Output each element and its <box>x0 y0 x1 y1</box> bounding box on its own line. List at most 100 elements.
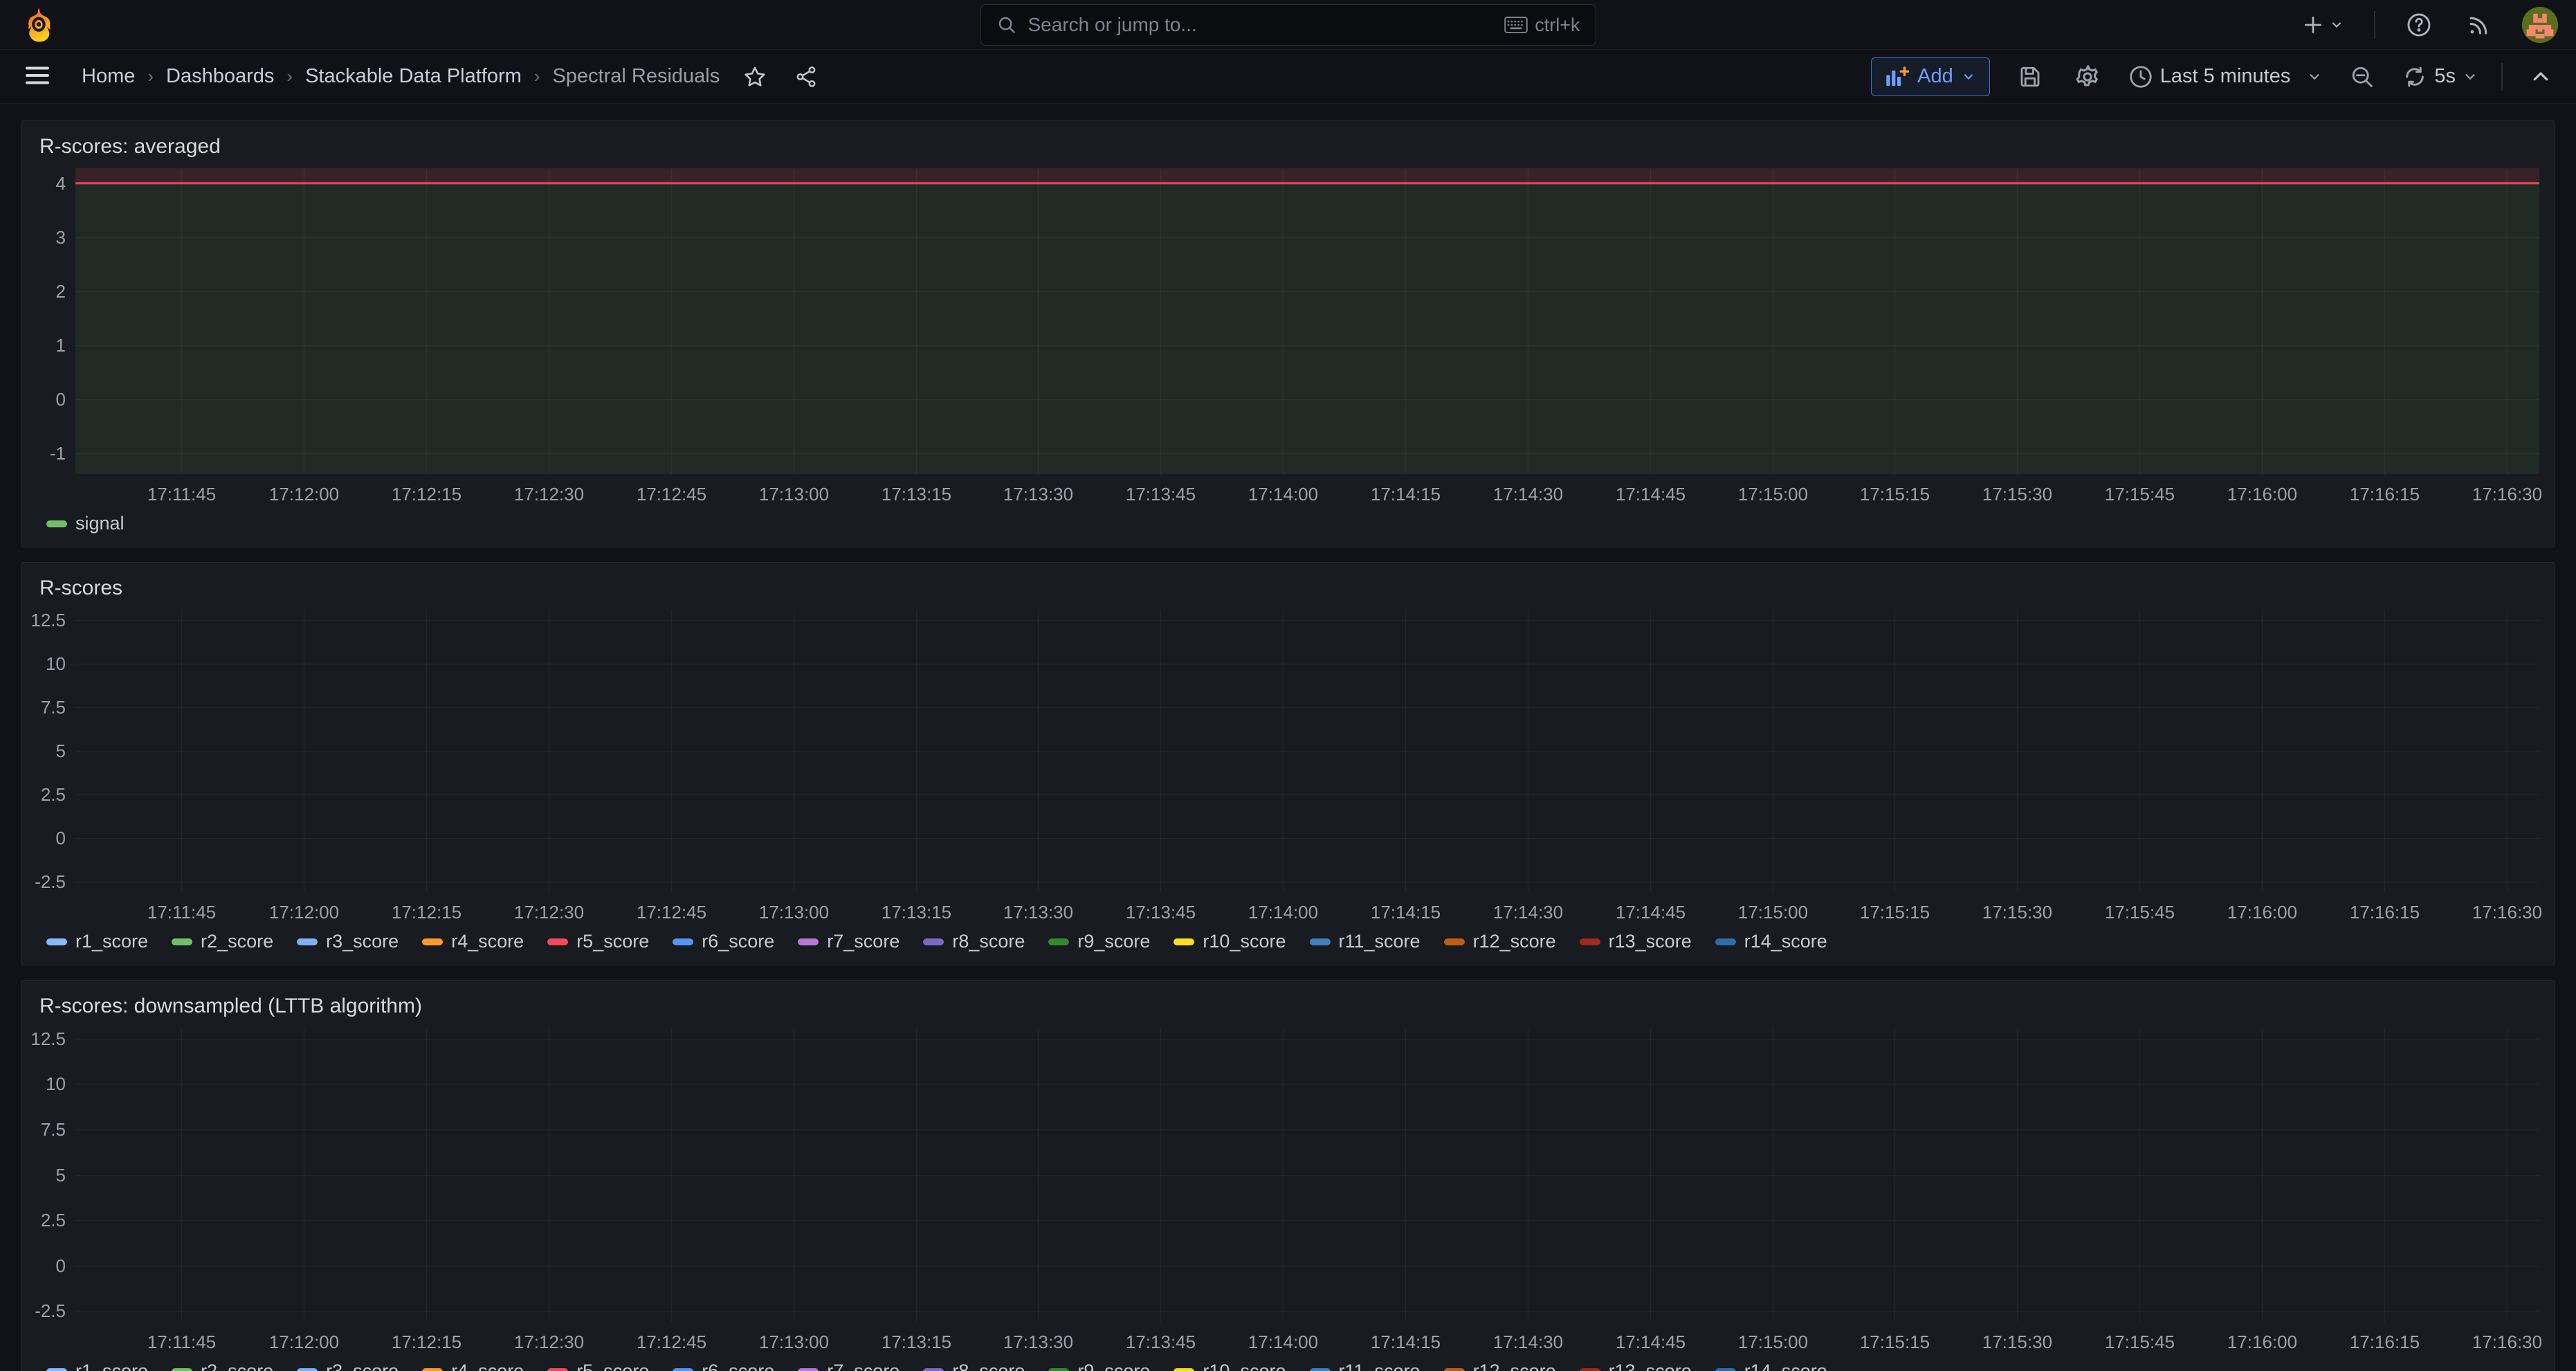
user-avatar[interactable] <box>2522 7 2558 43</box>
x-axis-tick: 17:11:45 <box>147 902 216 923</box>
x-axis-tick: 17:15:00 <box>1738 1332 1808 1353</box>
x-axis-tick: 17:15:30 <box>1982 484 2052 505</box>
legend-item[interactable]: r2_score <box>172 1361 273 1371</box>
y-axis-tick: 2.5 <box>28 784 66 806</box>
grafana-logo[interactable] <box>21 7 57 43</box>
favorite-button[interactable] <box>739 61 771 93</box>
chart-canvas[interactable] <box>28 604 2543 927</box>
breadcrumb-item[interactable]: Stackable Data Platform <box>305 65 522 88</box>
mega-menu-button[interactable] <box>21 61 54 92</box>
chart-rscores-downsampled: 12.5107.552.50-2.517:11:4517:12:0017:12:… <box>28 1022 2543 1356</box>
menu-icon <box>25 65 50 86</box>
y-axis-tick: 10 <box>28 1073 66 1095</box>
x-axis-tick: 17:16:15 <box>2350 902 2420 923</box>
new-menu-button[interactable] <box>2298 10 2348 40</box>
breadcrumb-item[interactable]: Dashboards <box>166 65 274 88</box>
chart-rscores: 12.5107.552.50-2.517:11:4517:12:0017:12:… <box>28 604 2543 927</box>
chart-canvas[interactable] <box>28 1022 2543 1356</box>
time-range-picker[interactable]: Last 5 minutes <box>2128 64 2323 89</box>
legend-item[interactable]: r9_score <box>1048 1361 1150 1371</box>
chevron-down-icon <box>1962 70 1975 84</box>
x-axis-tick: 17:12:45 <box>637 1332 706 1353</box>
share-button[interactable] <box>790 61 822 93</box>
panel-title[interactable]: R-scores: averaged <box>21 121 2555 161</box>
chart-canvas[interactable] <box>28 163 2543 509</box>
y-axis-tick: 1 <box>28 335 66 356</box>
panel-title[interactable]: R-scores: downsampled (LTTB algorithm) <box>21 981 2555 1021</box>
legend-item[interactable]: r9_score <box>1048 931 1150 952</box>
x-axis-tick: 17:13:00 <box>759 484 829 505</box>
legend-item[interactable]: signal <box>46 513 125 534</box>
x-axis-tick: 17:11:45 <box>147 484 216 505</box>
panel-title[interactable]: R-scores <box>21 563 2555 603</box>
legend-series-label: r1_score <box>75 1361 148 1371</box>
legend-series-label: r12_score <box>1473 931 1556 952</box>
breadcrumb-item: Spectral Residuals <box>552 65 720 88</box>
legend-item[interactable]: r3_score <box>297 1361 399 1371</box>
legend-series-label: r5_score <box>576 931 649 952</box>
legend-item[interactable]: r1_score <box>46 1361 148 1371</box>
legend-series-label: r10_score <box>1203 1361 1286 1371</box>
x-axis-tick: 17:15:45 <box>2105 1332 2175 1353</box>
legend-item[interactable]: r12_score <box>1444 931 1556 952</box>
legend-item[interactable]: r6_score <box>673 1361 774 1371</box>
refresh-icon <box>2402 64 2427 89</box>
x-axis-tick: 17:15:15 <box>1860 1332 1930 1353</box>
legend-item[interactable]: r7_score <box>798 1361 899 1371</box>
legend-item[interactable]: r5_score <box>547 1361 649 1371</box>
keyboard-icon <box>1504 16 1528 34</box>
legend-item[interactable]: r10_score <box>1173 1361 1286 1371</box>
legend-item[interactable]: r1_score <box>46 931 148 952</box>
legend-item[interactable]: r4_score <box>422 1361 524 1371</box>
x-axis-tick: 17:14:30 <box>1493 902 1563 923</box>
legend-item[interactable]: r14_score <box>1715 1361 1827 1371</box>
zoom-out-time-button[interactable] <box>2346 60 2379 93</box>
legend-item[interactable]: r14_score <box>1715 931 1827 952</box>
legend-item[interactable]: r7_score <box>798 931 899 952</box>
legend-item[interactable]: r11_score <box>1310 931 1421 952</box>
legend-series-label: r7_score <box>827 1361 899 1371</box>
help-button[interactable] <box>2402 8 2436 42</box>
legend-item[interactable]: r8_score <box>923 931 1025 952</box>
x-axis-tick: 17:13:15 <box>881 1332 951 1353</box>
save-dashboard-button[interactable] <box>2013 60 2047 93</box>
breadcrumb-item[interactable]: Home <box>82 65 135 88</box>
y-axis-tick: 10 <box>28 653 66 675</box>
legend-series-color <box>422 938 443 945</box>
dashboard-settings-button[interactable] <box>2070 60 2105 94</box>
legend-series-color <box>923 1368 944 1371</box>
search-input[interactable]: Search or jump to... ctrl+k <box>980 4 1596 46</box>
legend-series-label: r13_score <box>1609 931 1692 952</box>
x-axis-tick: 17:12:15 <box>392 1332 462 1353</box>
x-axis-tick: 17:16:30 <box>2472 1332 2542 1353</box>
legend-item[interactable]: r5_score <box>547 931 649 952</box>
legend-item[interactable]: r3_score <box>297 931 399 952</box>
refresh-picker[interactable]: 5s <box>2402 64 2478 89</box>
legend-series-color <box>1310 1368 1331 1371</box>
legend-item[interactable]: r13_score <box>1580 931 1692 952</box>
y-axis-tick: 12.5 <box>28 610 66 631</box>
legend-item[interactable]: r13_score <box>1580 1361 1692 1371</box>
legend-series-label: r12_score <box>1473 1361 1556 1371</box>
collapse-toolbar-button[interactable] <box>2526 62 2555 91</box>
legend-item[interactable]: r4_score <box>422 931 524 952</box>
legend-item[interactable]: r10_score <box>1173 931 1286 952</box>
legend-series-label: r4_score <box>451 931 524 952</box>
legend-series-label: r2_score <box>201 931 273 952</box>
legend-item[interactable]: r12_score <box>1444 1361 1556 1371</box>
legend: r1_score r2_score r3_score r4_score r5_score… <box>21 927 2555 965</box>
x-axis-tick: 17:13:30 <box>1003 484 1073 505</box>
legend-item[interactable]: r6_score <box>673 931 774 952</box>
breadcrumb-separator: › <box>534 66 540 87</box>
x-axis-tick: 17:13:45 <box>1126 1332 1196 1353</box>
legend-series-color <box>172 938 192 945</box>
x-axis-tick: 17:15:15 <box>1860 484 1930 505</box>
legend-series-label: r3_score <box>326 1361 399 1371</box>
legend-item[interactable]: r8_score <box>923 1361 1025 1371</box>
x-axis-tick: 17:15:00 <box>1738 902 1808 923</box>
add-panel-button[interactable]: Add <box>1871 57 1990 96</box>
news-button[interactable] <box>2463 8 2496 42</box>
legend-item[interactable]: r11_score <box>1310 1361 1421 1371</box>
legend-item[interactable]: r2_score <box>172 931 273 952</box>
panel-rscores-averaged: R-scores: averaged 43210-117:11:4517:12:… <box>21 120 2555 547</box>
